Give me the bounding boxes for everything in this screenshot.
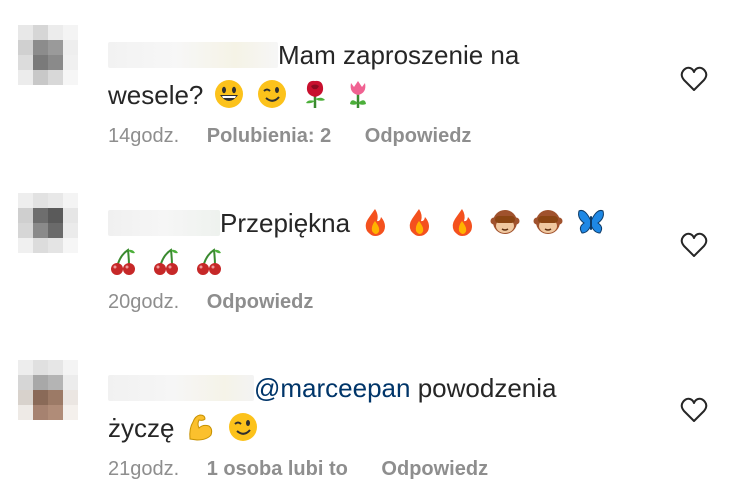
comment-text-line2: wesele? — [108, 80, 204, 110]
timestamp: 20godz. — [108, 291, 180, 313]
fire-emoji — [452, 209, 472, 236]
reply-button[interactable]: Odpowiedz — [207, 291, 314, 313]
rose-emoji — [306, 80, 326, 108]
heart-icon[interactable] — [680, 232, 708, 258]
comment-meta: 21godz. 1 osoba lubi to Odpowiedz — [108, 458, 516, 481]
winking-face-emoji — [228, 413, 257, 441]
tulip-emoji — [350, 81, 367, 108]
comment-meta: 14godz. Polubienia: 2 Odpowiedz — [108, 125, 499, 148]
comment-text: Przepiękna — [108, 203, 648, 283]
mention-link[interactable]: @marceepan — [254, 373, 410, 403]
timestamp: 14godz. — [108, 125, 180, 147]
avatar[interactable] — [18, 25, 78, 85]
heart-icon[interactable] — [680, 397, 708, 423]
cherries-emoji — [154, 248, 179, 275]
comment-text: Mam zaproszenie na wesele? — [108, 35, 648, 115]
comment-text-line1: Mam zaproszenie na — [278, 40, 520, 70]
flexed-biceps-emoji — [189, 414, 212, 441]
likes-count-button[interactable]: 1 osoba lubi to — [207, 458, 348, 480]
winking-face-emoji — [257, 80, 286, 108]
timestamp: 21godz. — [108, 458, 180, 480]
comment-text-line1: Przepiękna — [220, 208, 351, 238]
avatar[interactable] — [18, 193, 78, 253]
butterfly-emoji — [578, 210, 605, 234]
cherries-emoji — [111, 248, 135, 275]
fire-emoji — [409, 209, 429, 236]
comment-text-line1: powodzenia — [410, 373, 557, 403]
username-redacted[interactable] — [108, 210, 220, 236]
reply-button[interactable]: Odpowiedz — [365, 125, 472, 147]
username-redacted[interactable] — [108, 375, 254, 401]
see-no-evil-monkey-emoji — [533, 210, 563, 234]
avatar[interactable] — [18, 360, 78, 420]
heart-icon[interactable] — [680, 66, 708, 92]
fire-emoji — [366, 209, 386, 236]
reply-button[interactable]: Odpowiedz — [381, 458, 488, 480]
comment-text: @marceepan powodzenia życzę — [108, 368, 648, 448]
likes-count-button[interactable]: Polubienia: 2 — [207, 125, 331, 147]
see-no-evil-monkey-emoji — [490, 210, 520, 234]
username-redacted[interactable] — [108, 42, 278, 68]
comment-meta: 20godz. Odpowiedz — [108, 291, 341, 314]
comment-text-line2: życzę — [108, 413, 175, 443]
cherries-emoji — [197, 248, 222, 275]
grinning-face-emoji — [214, 80, 243, 108]
